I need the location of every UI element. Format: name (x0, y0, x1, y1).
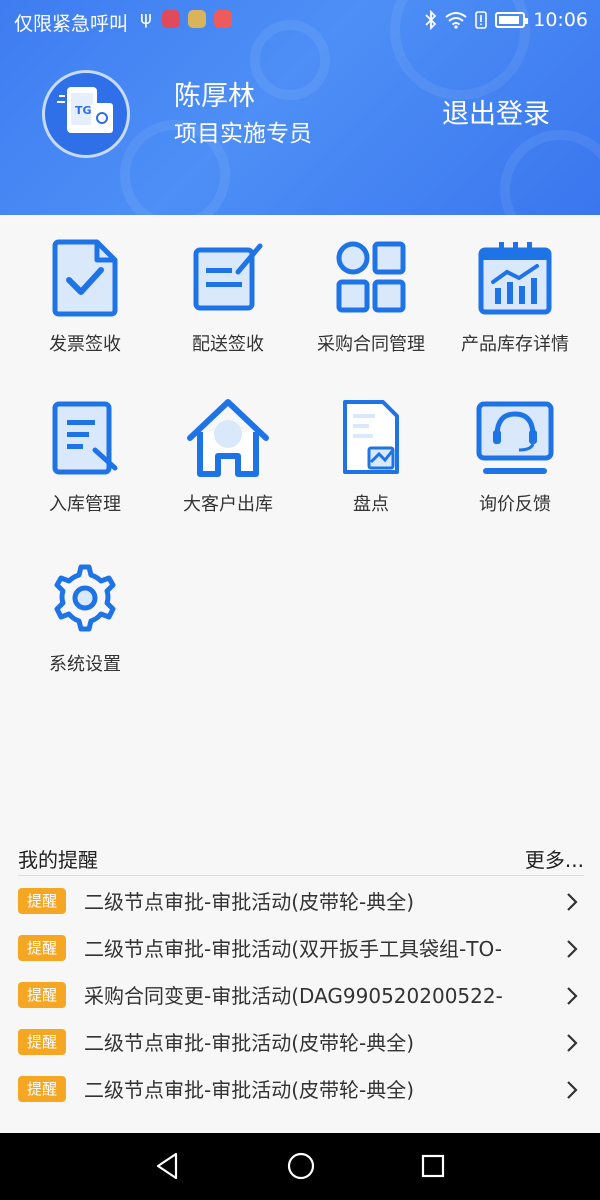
reminder-text: 二级节点审批-审批活动(皮带轮-典全) (84, 890, 415, 914)
logout-button[interactable]: 退出登录 (442, 92, 550, 131)
inventory-chart-icon (478, 242, 552, 315)
house-icon (187, 399, 269, 477)
more-link[interactable]: 更多... (525, 844, 584, 873)
grid-item-delivery-sign[interactable]: 配送签收 (153, 238, 303, 368)
phone-tablet-icon: TG (57, 87, 113, 133)
avatar[interactable]: TG (42, 70, 130, 158)
reminder-badge: 提醒 (18, 1029, 66, 1055)
reminder-row[interactable]: 提醒 采购合同变更-审批活动(DAG990520200522- (18, 974, 584, 1016)
grid-item-label: 配送签收 (192, 334, 264, 355)
warehouse-doc-icon (52, 401, 118, 475)
avatar-label: TG (75, 104, 92, 117)
notification-app-icon (188, 10, 206, 28)
reminder-badge: 提醒 (18, 935, 66, 961)
reminders-header: 我的提醒 更多... (18, 840, 584, 876)
grid-item-inquiry-feedback[interactable]: 询价反馈 (440, 398, 590, 528)
grid-item-key-account-out[interactable]: 大客户出库 (153, 398, 303, 528)
chevron-right-icon (567, 987, 578, 1005)
grid-item-system-settings[interactable]: 系统设置 (10, 558, 160, 688)
grid-item-stocktake[interactable]: 盘点 (296, 398, 446, 528)
grid-item-label: 采购合同管理 (317, 334, 425, 355)
reminder-text: 二级节点审批-审批活动(皮带轮-典全) (84, 1078, 415, 1102)
reminder-row[interactable]: 提醒 二级节点审批-审批活动(双开扳手工具袋组-TO- (18, 927, 584, 969)
stocktake-doc-icon (343, 400, 399, 474)
grid-item-label: 发票签收 (49, 334, 121, 355)
headset-monitor-icon (476, 401, 554, 474)
back-icon[interactable] (154, 1151, 180, 1181)
user-role: 项目实施专员 (174, 121, 312, 147)
delivery-sign-icon (193, 243, 263, 311)
notification-app-icon (162, 10, 180, 28)
recents-icon[interactable] (420, 1151, 446, 1181)
reminder-text: 二级节点审批-审批活动(皮带轮-典全) (84, 1031, 415, 1055)
chevron-right-icon (567, 940, 578, 958)
reminder-text: 采购合同变更-审批活动(DAG990520200522- (84, 984, 503, 1008)
clock: 10:06 (533, 9, 588, 31)
notification-app-icon (214, 10, 232, 28)
reminder-text: 二级节点审批-审批活动(双开扳手工具袋组-TO- (84, 937, 502, 961)
home-icon[interactable] (286, 1151, 316, 1181)
reminder-row[interactable]: 提醒 二级节点审批-审批活动(皮带轮-典全) (18, 880, 584, 922)
user-name: 陈厚林 (174, 81, 255, 112)
reminder-badge: 提醒 (18, 1076, 66, 1102)
reminder-badge: 提醒 (18, 888, 66, 914)
reminder-row[interactable]: 提醒 二级节点审批-审批活动(皮带轮-典全) (18, 1021, 584, 1063)
battery-icon (495, 12, 529, 28)
system-nav-bar (0, 1133, 600, 1200)
grid-item-label: 询价反馈 (479, 494, 551, 515)
alert-icon (475, 11, 488, 29)
contract-grid-icon (336, 241, 406, 313)
grid-item-label: 系统设置 (49, 654, 121, 675)
invoice-check-icon (52, 239, 118, 317)
grid-item-inventory-detail[interactable]: 产品库存详情 (440, 238, 590, 368)
grid-item-label: 大客户出库 (183, 494, 273, 515)
reminder-badge: 提醒 (18, 982, 66, 1008)
chevron-right-icon (567, 1081, 578, 1099)
grid-item-purchase-contract[interactable]: 采购合同管理 (296, 238, 446, 368)
carrier-text: 仅限紧急呼叫 (14, 13, 129, 35)
status-bar: 仅限紧急呼叫 ψ 10:06 (0, 0, 600, 40)
grid-item-warehouse-in[interactable]: 入库管理 (10, 398, 160, 528)
grid-item-label: 入库管理 (49, 494, 121, 515)
gear-icon (54, 564, 116, 632)
profile-header: 仅限紧急呼叫 ψ 10:06 TG 陈厚林 项目实施专员 退出登录 (0, 0, 600, 215)
wifi-icon (445, 12, 467, 29)
bluetooth-icon (425, 10, 437, 30)
reminders-title: 我的提醒 (18, 848, 98, 872)
usb-icon: ψ (140, 8, 152, 29)
chevron-right-icon (567, 893, 578, 911)
grid-item-label: 盘点 (353, 494, 389, 515)
chevron-right-icon (567, 1034, 578, 1052)
grid-item-label: 产品库存详情 (461, 334, 569, 355)
grid-item-invoice-receipt[interactable]: 发票签收 (10, 238, 160, 368)
decor-gear (500, 130, 600, 215)
reminder-row[interactable]: 提醒 二级节点审批-审批活动(皮带轮-典全) (18, 1068, 584, 1110)
